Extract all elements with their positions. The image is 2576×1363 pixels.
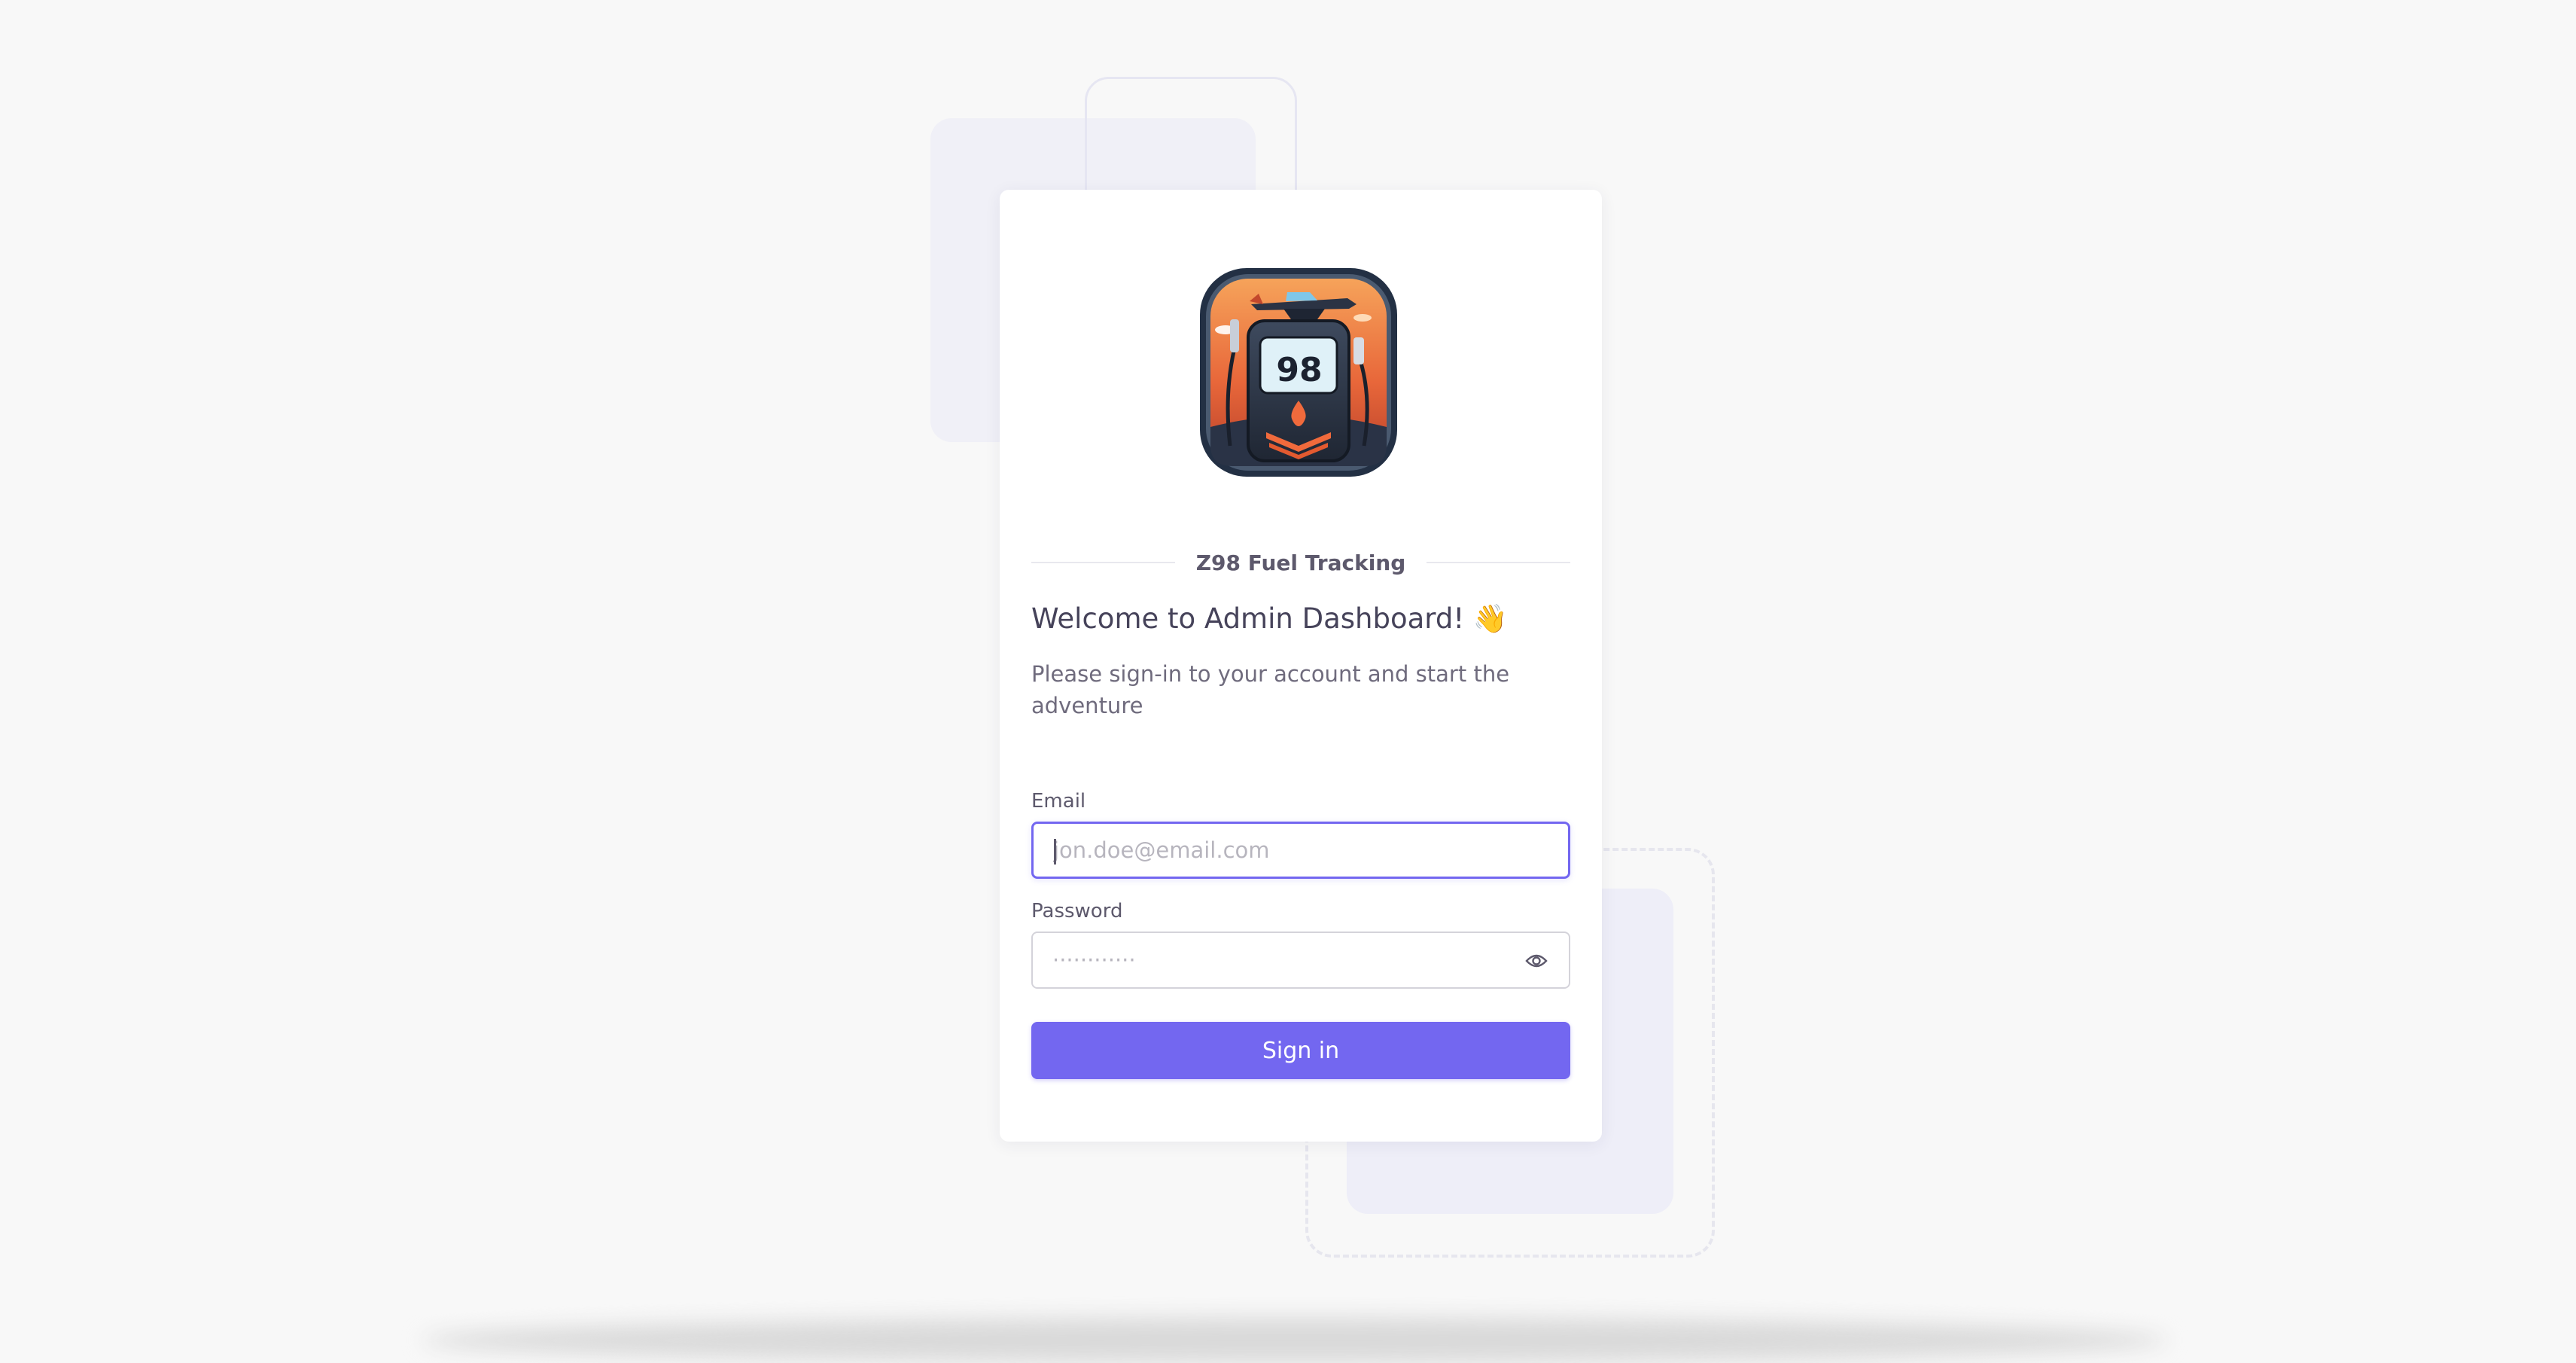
password-field-wrapper[interactable] [1031, 932, 1570, 989]
email-field-wrapper[interactable] [1031, 822, 1570, 879]
svg-text:98: 98 [1276, 351, 1322, 389]
bottom-shadow [422, 1318, 2168, 1363]
sign-in-button[interactable]: Sign in [1031, 1022, 1570, 1079]
password-field[interactable] [1052, 947, 1519, 973]
brand-name: Z98 Fuel Tracking [1195, 550, 1406, 575]
divider-line [1031, 562, 1175, 563]
app-logo: 98 [1197, 265, 1400, 480]
divider-line [1427, 562, 1571, 563]
password-label: Password [1031, 900, 1123, 922]
login-page: 98 Z98 Fuel Tracking Welcome to Admin Da… [0, 0, 2576, 1363]
login-card: 98 Z98 Fuel Tracking Welcome to Admin Da… [1000, 190, 1602, 1142]
page-title: Welcome to Admin Dashboard! 👋 [1031, 602, 1508, 635]
eye-icon[interactable] [1524, 950, 1549, 972]
email-label: Email [1031, 790, 1086, 813]
text-cursor [1054, 839, 1056, 864]
page-subtitle: Please sign-in to your account and start… [1031, 661, 1510, 718]
brand-divider: Z98 Fuel Tracking [1031, 547, 1571, 578]
email-field[interactable] [1053, 837, 1520, 863]
